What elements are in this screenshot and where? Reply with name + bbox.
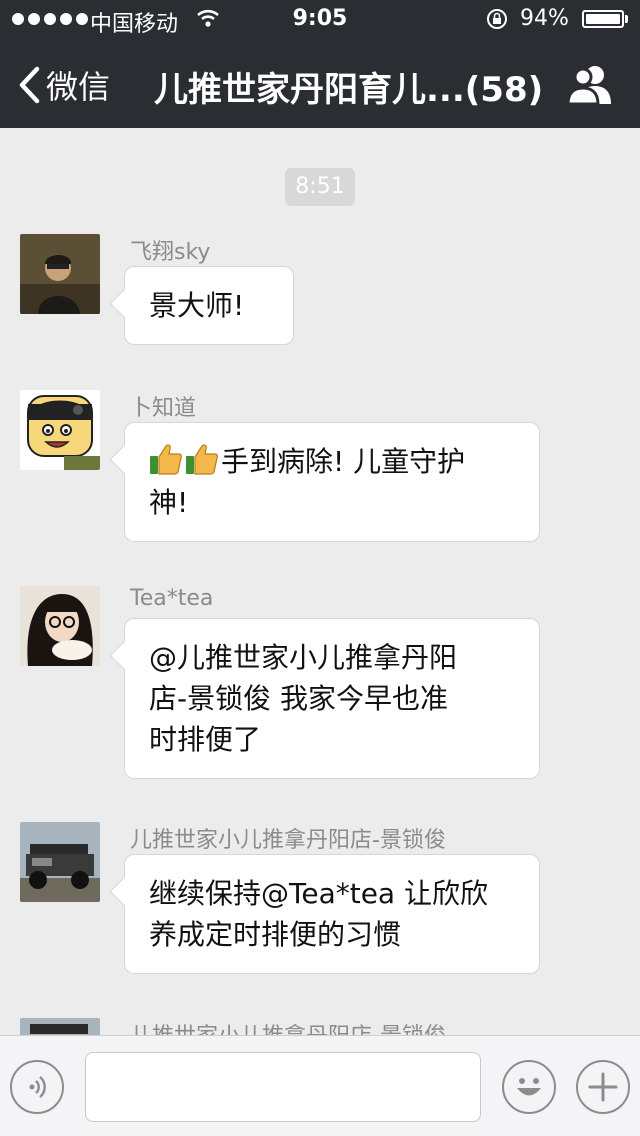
thumbs-up-icon — [150, 444, 182, 475]
navigation-bar: 微信 儿推世家丹阳育儿...(58) — [0, 40, 640, 128]
status-bar: 中国移动 9:05 94% — [0, 0, 640, 40]
battery-icon — [582, 10, 624, 28]
chat-title: 儿推世家丹阳育儿...(58) — [154, 70, 544, 110]
input-bar — [0, 1035, 640, 1136]
chevron-left-icon — [19, 66, 40, 104]
avatar[interactable] — [20, 586, 100, 666]
avatar[interactable] — [20, 234, 100, 314]
battery-percent: 94% — [520, 6, 569, 31]
emoji-icon — [517, 1078, 541, 1096]
group-members-icon[interactable] — [566, 62, 612, 106]
message-text: 店-景锁俊 我家今早也准 — [149, 682, 449, 715]
back-button[interactable]: 微信 — [18, 62, 110, 108]
message-text: 继续保持@Tea*tea 让欣欣 — [149, 877, 488, 910]
thumbs-up-icon — [186, 444, 218, 475]
message-bubble[interactable]: @儿推世家小儿推拿丹阳 店-景锁俊 我家今早也准 时排便了 — [124, 618, 540, 779]
sender-name: 飞翔sky — [130, 240, 211, 265]
plus-icon — [588, 1072, 618, 1102]
avatar[interactable] — [20, 822, 100, 902]
message-text: 时排便了 — [149, 723, 262, 756]
voice-input-icon — [29, 1076, 46, 1098]
back-label: 微信 — [46, 68, 111, 106]
message-bubble[interactable]: 继续保持@Tea*tea 让欣欣 养成定时排便的习惯 — [124, 854, 540, 974]
voice-input-button[interactable] — [10, 1060, 64, 1114]
sender-name: Tea*tea — [130, 586, 214, 611]
message-input[interactable] — [85, 1052, 481, 1122]
sender-name: 儿推世家小儿推拿丹阳店-景锁俊 — [130, 828, 446, 853]
chat-timestamp: 8:51 — [285, 168, 355, 206]
message-text: 景大师! — [149, 289, 245, 322]
message-bubble[interactable]: 手到病除! 儿童守护 神! — [124, 422, 540, 542]
sender-name: 卜知道 — [130, 396, 197, 421]
message-text: @儿推世家小儿推拿丹阳 — [149, 641, 458, 674]
message-text: 手到病除! 儿童守护 — [221, 445, 466, 478]
message-text: 养成定时排便的习惯 — [149, 918, 402, 951]
emoji-button[interactable] — [502, 1060, 556, 1114]
message-text: 神! — [149, 486, 189, 519]
more-options-button[interactable] — [576, 1060, 630, 1114]
rotation-lock-icon — [487, 9, 507, 29]
top-bar: 中国移动 9:05 94% 微信 儿推世家丹阳育儿...(58) — [0, 0, 640, 128]
message-bubble[interactable]: 景大师! — [124, 266, 294, 345]
avatar[interactable] — [20, 390, 100, 470]
